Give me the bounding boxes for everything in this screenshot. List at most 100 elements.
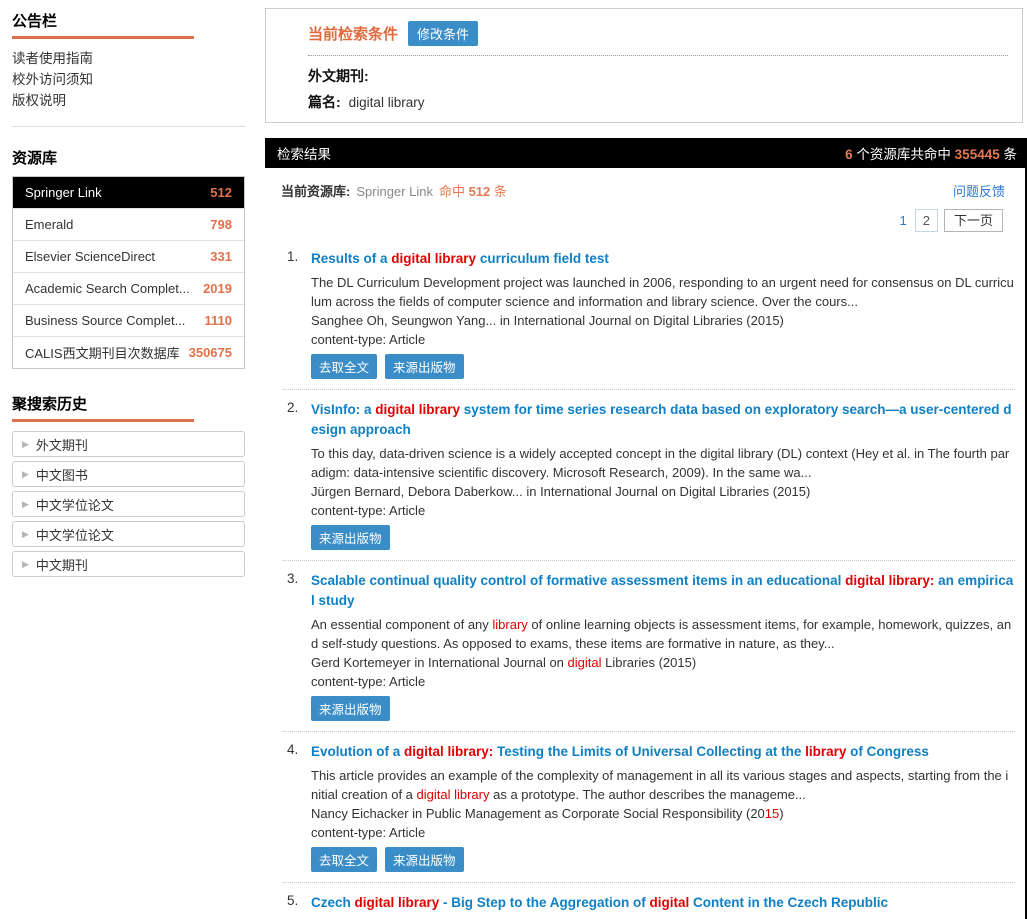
hits-text: 个资源库共命中	[853, 147, 955, 162]
result-meta: Jürgen Bernard, Debora Daberkow... in In…	[311, 482, 1015, 501]
current-source-name: Springer Link	[356, 184, 433, 199]
search-scope-label: 外文期刊:	[308, 56, 1008, 89]
text-segment: )	[779, 806, 783, 821]
modify-conditions-button[interactable]: 修改条件	[408, 21, 478, 46]
history-item[interactable]: ▶ 外文期刊	[12, 431, 245, 457]
hit-count: 512	[469, 184, 491, 199]
total-hits-summary: 6 个资源库共命中 355445 条	[845, 143, 1017, 163]
text-segment: The DL Curriculum Development project wa…	[311, 275, 1014, 309]
result-abstract: This article provides an example of the …	[311, 766, 1015, 804]
result-meta: Nancy Eichacker in Public Management as …	[311, 804, 1015, 823]
resource-count: 350675	[189, 345, 232, 360]
highlighted-term: digital library	[355, 895, 440, 910]
hit-unit: 条	[490, 184, 507, 199]
history-item[interactable]: ▶ 中文期刊	[12, 551, 245, 577]
triangle-icon: ▶	[22, 559, 29, 570]
result-title[interactable]: Evolution of a digital library: Testing …	[311, 742, 1015, 762]
announcement-link[interactable]: 校外访问须知	[12, 69, 245, 90]
result-number: 1.	[287, 249, 298, 264]
highlighted-term: digital library	[417, 787, 490, 802]
source-publication-button[interactable]: 来源出版物	[311, 525, 390, 550]
current-source-hits: 命中 512 条	[439, 184, 507, 199]
result-content-type: content-type: Article	[311, 501, 1015, 520]
condition-title: 当前检索条件	[308, 23, 398, 44]
result-title[interactable]: Scalable continual quality control of fo…	[311, 571, 1015, 611]
history-item[interactable]: ▶ 中文学位论文	[12, 521, 245, 547]
source-publication-button[interactable]: 来源出版物	[311, 696, 390, 721]
result-item: 1. Results of a digital library curriculu…	[283, 239, 1015, 390]
search-query-row: 篇名:digital library	[308, 89, 1008, 123]
resource-item[interactable]: Springer Link512	[13, 177, 244, 209]
announcement-link[interactable]: 版权说明	[12, 90, 245, 111]
text-segment: To this day, data-driven science is a wi…	[311, 446, 1009, 480]
resource-count: 331	[210, 249, 232, 264]
result-content-type: content-type: Article	[311, 672, 1015, 691]
resource-item[interactable]: CALIS西文期刊目次数据库350675	[13, 337, 244, 368]
highlighted-term: library	[805, 744, 846, 759]
result-title[interactable]: VisInfo: a digital library system for ti…	[311, 400, 1015, 440]
text-segment: VisInfo: a	[311, 402, 375, 417]
pagination: 12 下一页	[265, 200, 1025, 237]
highlighted-term: digital	[568, 655, 602, 670]
result-content-type: content-type: Article	[311, 823, 1015, 842]
history-label: 中文期刊	[36, 555, 88, 574]
result-buttons: 来源出版物	[311, 525, 1015, 550]
sidebar: 公告栏 读者使用指南校外访问须知版权说明 资源库 Springer Link51…	[12, 10, 245, 581]
triangle-icon: ▶	[22, 529, 29, 540]
results-list: 1. Results of a digital library curriculu…	[283, 239, 1015, 919]
triangle-icon: ▶	[22, 469, 29, 480]
announcements-title: 公告栏	[12, 10, 194, 39]
highlighted-term: library	[492, 617, 527, 632]
result-number: 2.	[287, 400, 298, 415]
text-segment: Sanghee Oh, Seungwon Yang... in Internat…	[311, 313, 784, 328]
page-current: 1	[900, 213, 907, 228]
resource-name: Business Source Complet...	[25, 313, 185, 328]
result-item: 5.Czech digital library - Big Step to th…	[283, 883, 1015, 919]
history-item[interactable]: ▶中文学位论文	[12, 491, 245, 517]
sidebar-divider	[12, 126, 245, 127]
highlighted-term: digital library	[391, 251, 476, 266]
resource-name: Academic Search Complet...	[25, 281, 190, 296]
source-publication-button[interactable]: 来源出版物	[385, 847, 464, 872]
history-item[interactable]: ▶中文图书	[12, 461, 245, 487]
triangle-icon: ▶	[22, 499, 29, 510]
history-label: 外文期刊	[36, 435, 88, 454]
resource-count: 512	[210, 185, 232, 200]
resource-item[interactable]: Elsevier ScienceDirect 331	[13, 241, 244, 273]
results-header-bar: 检索结果 6 个资源库共命中 355445 条	[265, 138, 1027, 168]
resource-item[interactable]: Business Source Complet...1110	[13, 305, 244, 337]
text-segment: An essential component of any	[311, 617, 492, 632]
resource-item[interactable]: Emerald 798	[13, 209, 244, 241]
result-title[interactable]: Czech digital library - Big Step to the …	[311, 893, 1015, 913]
history-label: 中文学位论文	[36, 525, 114, 544]
hit-label: 命中	[439, 184, 469, 199]
text-segment: as a prototype. The author describes the…	[490, 787, 806, 802]
text-segment: - Big Step to the Aggregation of	[439, 895, 649, 910]
highlighted-term: digital library	[375, 402, 460, 417]
result-number: 4.	[287, 742, 298, 757]
text-segment: curriculum field test	[476, 251, 609, 266]
feedback-link[interactable]: 问题反馈	[953, 181, 1005, 200]
text-segment: Evolution of a	[311, 744, 404, 759]
text-segment: of Congress	[846, 744, 929, 759]
text-segment: Libraries (2015)	[602, 655, 697, 670]
get-fulltext-button[interactable]: 去取全文	[311, 847, 377, 872]
announcement-link[interactable]: 读者使用指南	[12, 48, 245, 69]
highlighted-term: digital library:	[404, 744, 493, 759]
result-meta: Gerd Kortemeyer in International Journal…	[311, 653, 1015, 672]
result-buttons: 去取全文来源出版物	[311, 354, 1015, 379]
highlighted-term: 15	[765, 806, 779, 821]
resource-name: Emerald	[25, 217, 73, 232]
result-item: 4. Evolution of a digital library: Testin…	[283, 732, 1015, 883]
resource-count: 798	[210, 217, 232, 232]
source-publication-button[interactable]: 来源出版物	[385, 354, 464, 379]
result-buttons: 去取全文来源出版物	[311, 847, 1015, 872]
result-abstract: To this day, data-driven science is a wi…	[311, 444, 1015, 482]
next-page-button[interactable]: 下一页	[944, 209, 1003, 232]
get-fulltext-button[interactable]: 去取全文	[311, 354, 377, 379]
result-title[interactable]: Results of a digital library curriculum …	[311, 249, 1015, 269]
resource-item[interactable]: Academic Search Complet...2019	[13, 273, 244, 305]
triangle-icon: ▶	[22, 439, 29, 450]
resource-name: Elsevier ScienceDirect	[25, 249, 155, 264]
page-2-button[interactable]: 2	[915, 209, 938, 232]
